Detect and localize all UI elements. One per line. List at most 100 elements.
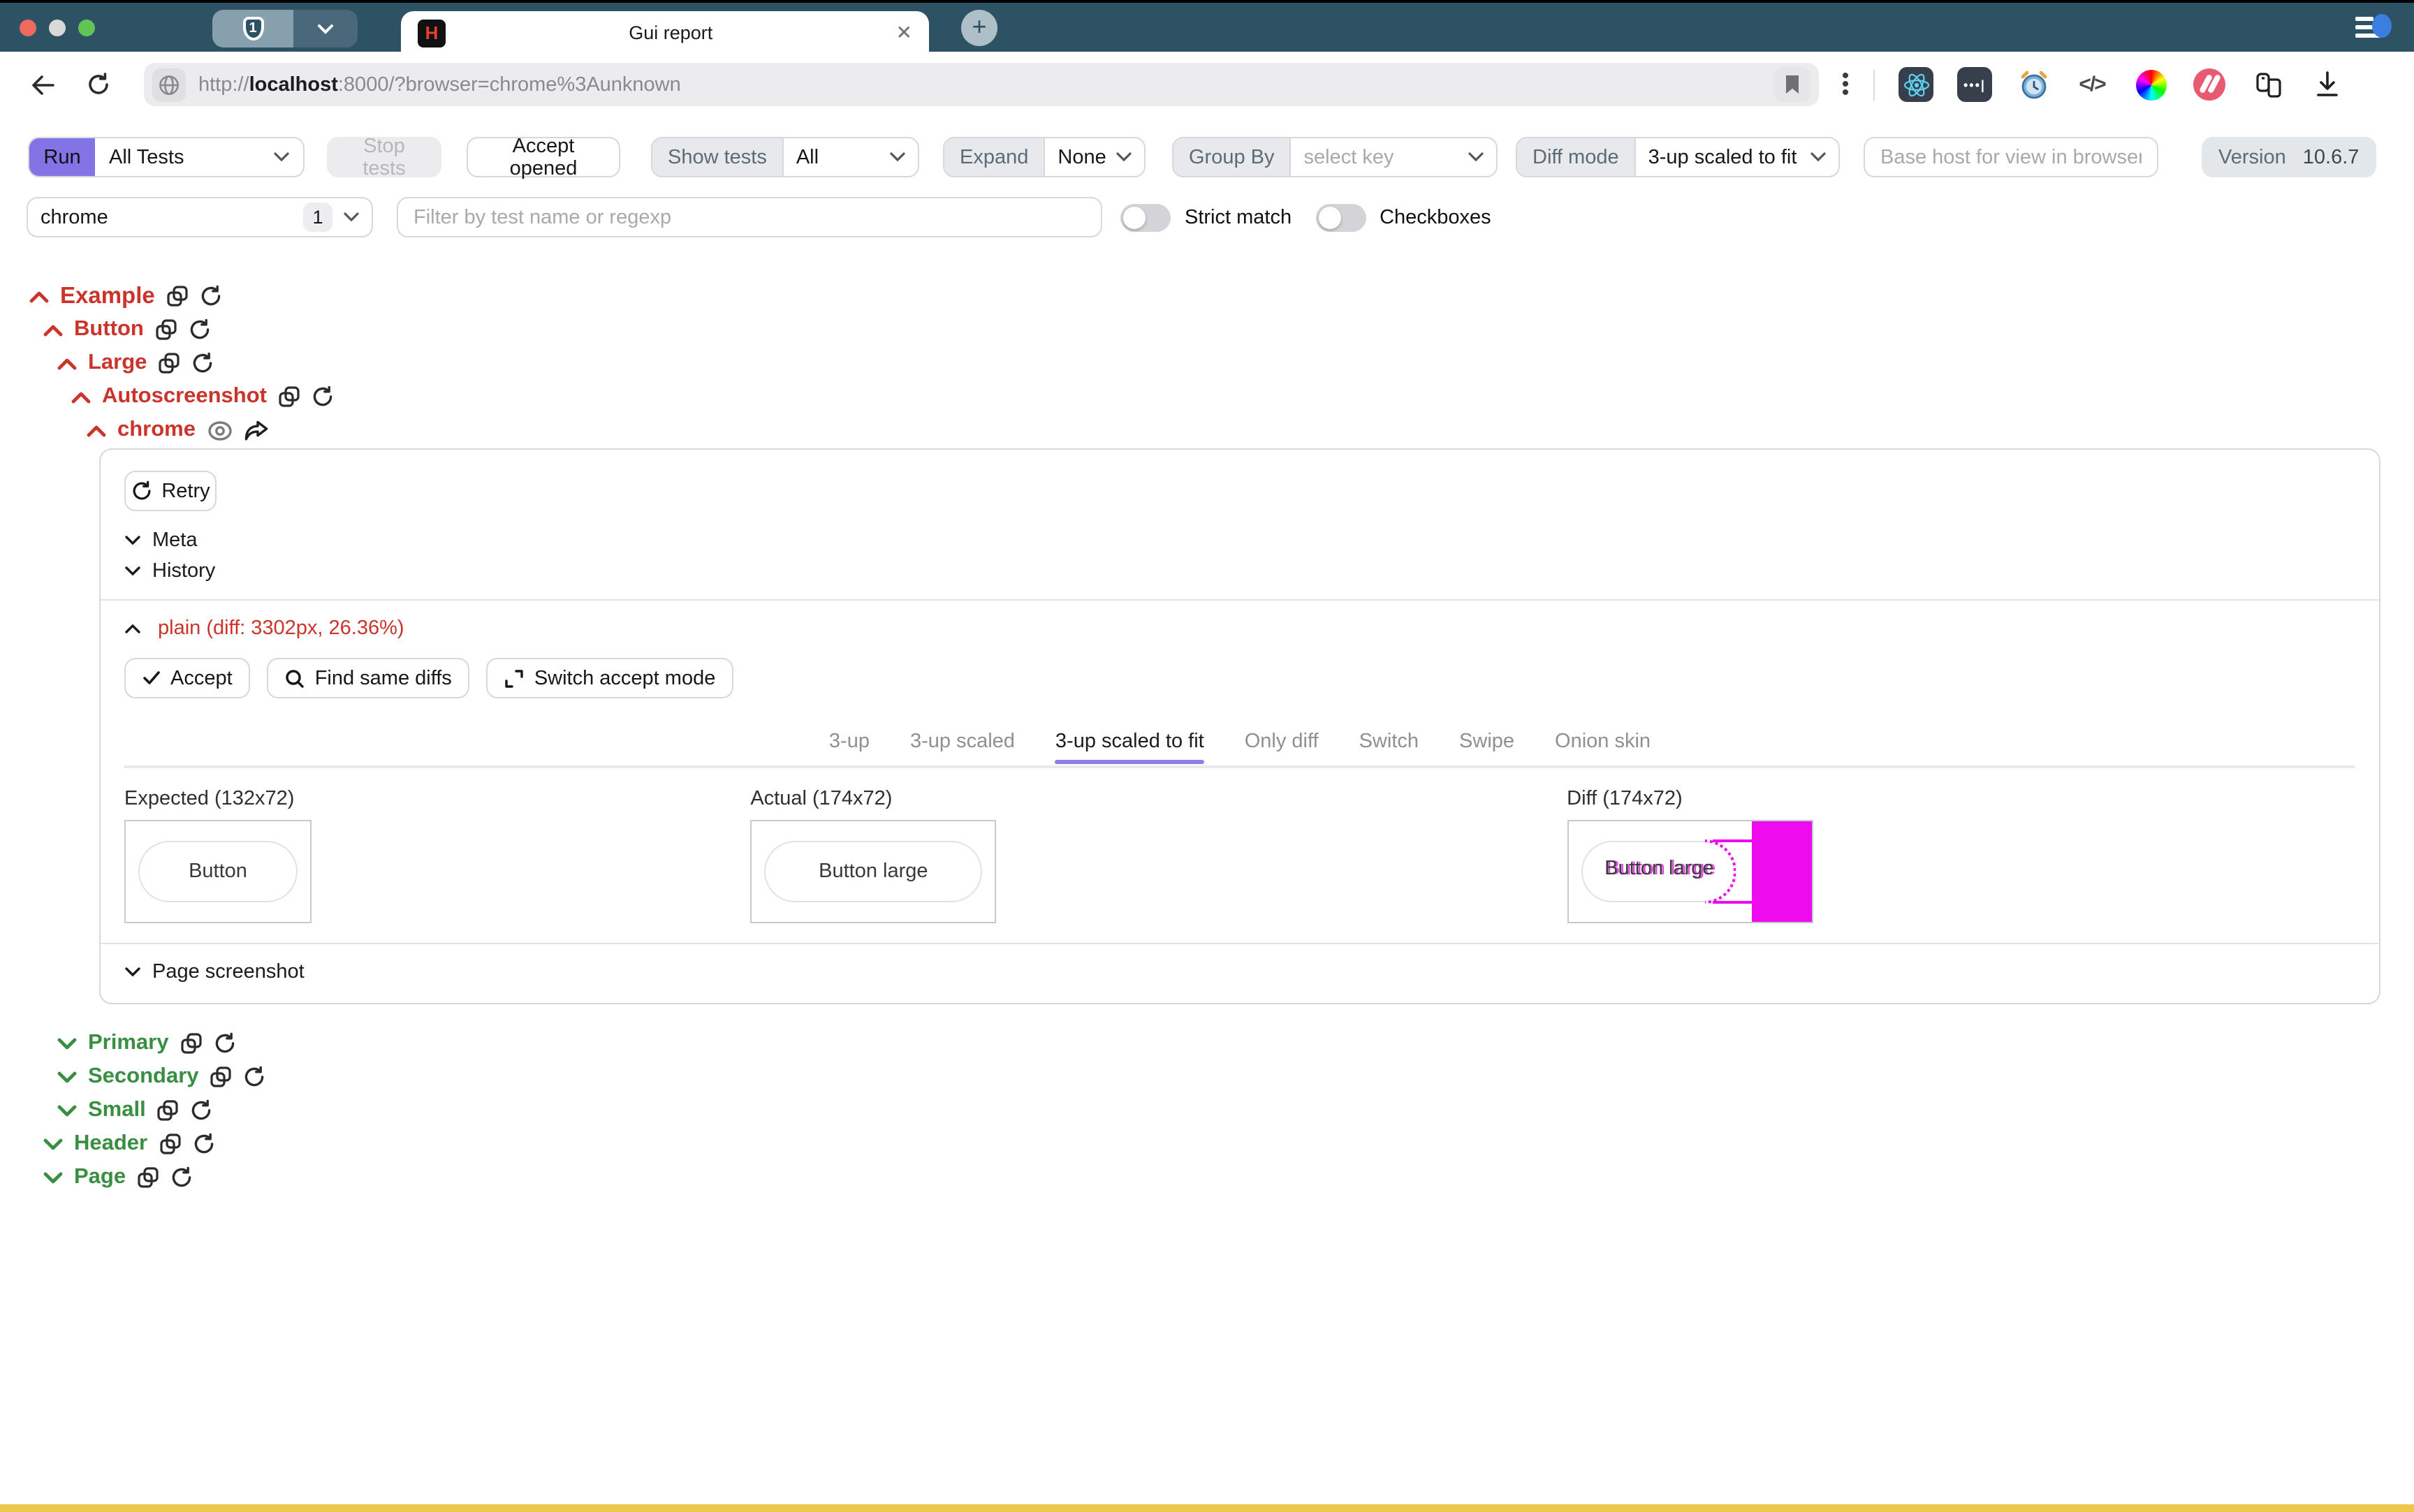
- test-filter-input[interactable]: [397, 197, 1102, 237]
- tab-3-up[interactable]: 3-up: [829, 731, 870, 764]
- tree-item-small[interactable]: Small: [0, 1094, 2414, 1127]
- chevron-down-icon[interactable]: [43, 1171, 63, 1184]
- copy-icon[interactable]: [278, 386, 300, 408]
- page-screenshot-toggle[interactable]: Page screenshot: [124, 957, 2355, 988]
- browser-tab[interactable]: H Gui report ✕: [401, 11, 929, 54]
- chevron-up-icon[interactable]: [71, 390, 91, 403]
- suite-name[interactable]: Example: [60, 283, 155, 309]
- stop-tests-button[interactable]: Stop tests: [327, 137, 441, 177]
- suite-name[interactable]: Primary: [88, 1031, 168, 1056]
- actual-screenshot[interactable]: Button large: [750, 820, 996, 923]
- retry-icon[interactable]: [244, 1066, 266, 1088]
- diff-screenshot[interactable]: Button large: [1567, 820, 1813, 923]
- alarm-extension[interactable]: [2016, 67, 2051, 102]
- suite-name[interactable]: Page: [74, 1165, 126, 1190]
- copy-icon[interactable]: [158, 352, 180, 374]
- copy-icon[interactable]: [137, 1166, 159, 1189]
- copy-icon[interactable]: [210, 1066, 233, 1088]
- chevron-up-icon[interactable]: [87, 424, 106, 436]
- suite-name[interactable]: Button: [74, 317, 144, 342]
- site-info-button[interactable]: [152, 68, 186, 101]
- retry-icon[interactable]: [191, 352, 214, 374]
- meta-section-toggle[interactable]: Meta: [124, 525, 2355, 556]
- copy-icon[interactable]: [157, 1099, 180, 1122]
- tree-item-example[interactable]: Example: [0, 279, 2414, 313]
- run-mode-select[interactable]: All Tests: [95, 138, 303, 176]
- tab-counter[interactable]: 1: [212, 10, 358, 47]
- reload-button[interactable]: [87, 73, 110, 96]
- copy-icon[interactable]: [159, 1133, 181, 1155]
- tab-3-up-scaled-to-fit[interactable]: 3-up scaled to fit: [1055, 731, 1204, 764]
- find-same-diffs-button[interactable]: Find same diffs: [268, 658, 470, 698]
- strict-match-toggle[interactable]: [1120, 203, 1171, 231]
- chevron-up-icon[interactable]: [57, 357, 77, 369]
- minimize-window-button[interactable]: [49, 20, 66, 36]
- bookmark-button[interactable]: [1774, 67, 1810, 102]
- chevron-down-icon[interactable]: [57, 1104, 77, 1117]
- code-extension[interactable]: </>: [2075, 67, 2109, 102]
- suite-name[interactable]: Small: [88, 1098, 146, 1123]
- tree-item-autoscreenshot[interactable]: Autoscreenshot: [0, 380, 2414, 413]
- tree-item-secondary[interactable]: Secondary: [0, 1060, 2414, 1094]
- share-icon[interactable]: [244, 420, 268, 441]
- back-button[interactable]: [31, 73, 56, 96]
- tree-item-button[interactable]: Button: [0, 313, 2414, 346]
- password-manager-extension[interactable]: •••|: [1957, 67, 1992, 102]
- checkboxes-toggle[interactable]: [1315, 203, 1366, 231]
- react-devtools-extension[interactable]: [1899, 67, 1933, 102]
- state-section-toggle[interactable]: plain (diff: 3302px, 26.36%): [124, 613, 2355, 644]
- group-by-select[interactable]: select key: [1290, 138, 1497, 176]
- retry-icon[interactable]: [213, 1032, 235, 1055]
- copy-icon[interactable]: [166, 285, 189, 307]
- tab-count-shield[interactable]: 1: [212, 10, 293, 47]
- run-button[interactable]: Run: [29, 138, 95, 176]
- downloads-button[interactable]: [2309, 67, 2344, 102]
- browser-menu-button[interactable]: [2355, 14, 2392, 42]
- test-name[interactable]: Autoscreenshot: [102, 384, 267, 409]
- browser-name[interactable]: chrome: [117, 418, 196, 443]
- scale-extension[interactable]: [2192, 67, 2227, 102]
- retry-icon[interactable]: [200, 285, 222, 307]
- base-host-input[interactable]: [1864, 137, 2158, 177]
- show-tests-select[interactable]: All: [782, 138, 918, 176]
- browser-more-menu[interactable]: •••: [1841, 72, 1850, 97]
- tree-item-header[interactable]: Header: [0, 1127, 2414, 1161]
- retry-icon[interactable]: [192, 1133, 214, 1155]
- url-text[interactable]: http://localhost:8000/?browser=chrome%3A…: [198, 73, 1774, 96]
- diff-mode-select[interactable]: 3-up scaled to fit: [1634, 138, 1838, 176]
- tab-swipe[interactable]: Swipe: [1459, 731, 1514, 764]
- suite-name[interactable]: Secondary: [88, 1064, 199, 1089]
- history-section-toggle[interactable]: History: [124, 556, 2355, 587]
- chevron-up-icon[interactable]: [43, 323, 63, 336]
- tab-only-diff[interactable]: Only diff: [1245, 731, 1319, 764]
- keychain-extension[interactable]: [2251, 67, 2285, 102]
- tab-list-dropdown[interactable]: [293, 10, 358, 47]
- browser-filter-select[interactable]: chrome 1: [27, 197, 373, 237]
- chevron-down-icon[interactable]: [43, 1138, 63, 1150]
- tab-onion-skin[interactable]: Onion skin: [1555, 731, 1651, 764]
- expand-select[interactable]: None: [1044, 138, 1144, 176]
- copy-icon[interactable]: [180, 1032, 202, 1055]
- suite-name[interactable]: Large: [88, 351, 147, 376]
- color-picker-extension[interactable]: [2133, 67, 2168, 102]
- chevron-down-icon[interactable]: [57, 1037, 77, 1050]
- tree-item-page[interactable]: Page: [0, 1161, 2414, 1194]
- tree-item-primary[interactable]: Primary: [0, 1027, 2414, 1060]
- new-tab-button[interactable]: +: [961, 10, 997, 46]
- profile-avatar[interactable]: [2372, 14, 2392, 38]
- zoom-window-button[interactable]: [78, 20, 95, 36]
- chevron-up-icon[interactable]: [29, 290, 49, 302]
- retry-icon[interactable]: [191, 1099, 213, 1122]
- tree-item-large[interactable]: Large: [0, 346, 2414, 380]
- eye-icon[interactable]: [207, 420, 233, 441]
- expected-screenshot[interactable]: Button: [124, 820, 312, 923]
- tab-3-up-scaled[interactable]: 3-up scaled: [910, 731, 1015, 764]
- retry-button[interactable]: Retry: [124, 471, 217, 511]
- chevron-down-icon[interactable]: [57, 1071, 77, 1083]
- tab-switch[interactable]: Switch: [1359, 731, 1419, 764]
- retry-icon[interactable]: [170, 1166, 193, 1189]
- retry-icon[interactable]: [312, 386, 334, 408]
- accept-button[interactable]: Accept: [124, 658, 251, 698]
- suite-name[interactable]: Header: [74, 1131, 147, 1157]
- close-window-button[interactable]: [20, 20, 36, 36]
